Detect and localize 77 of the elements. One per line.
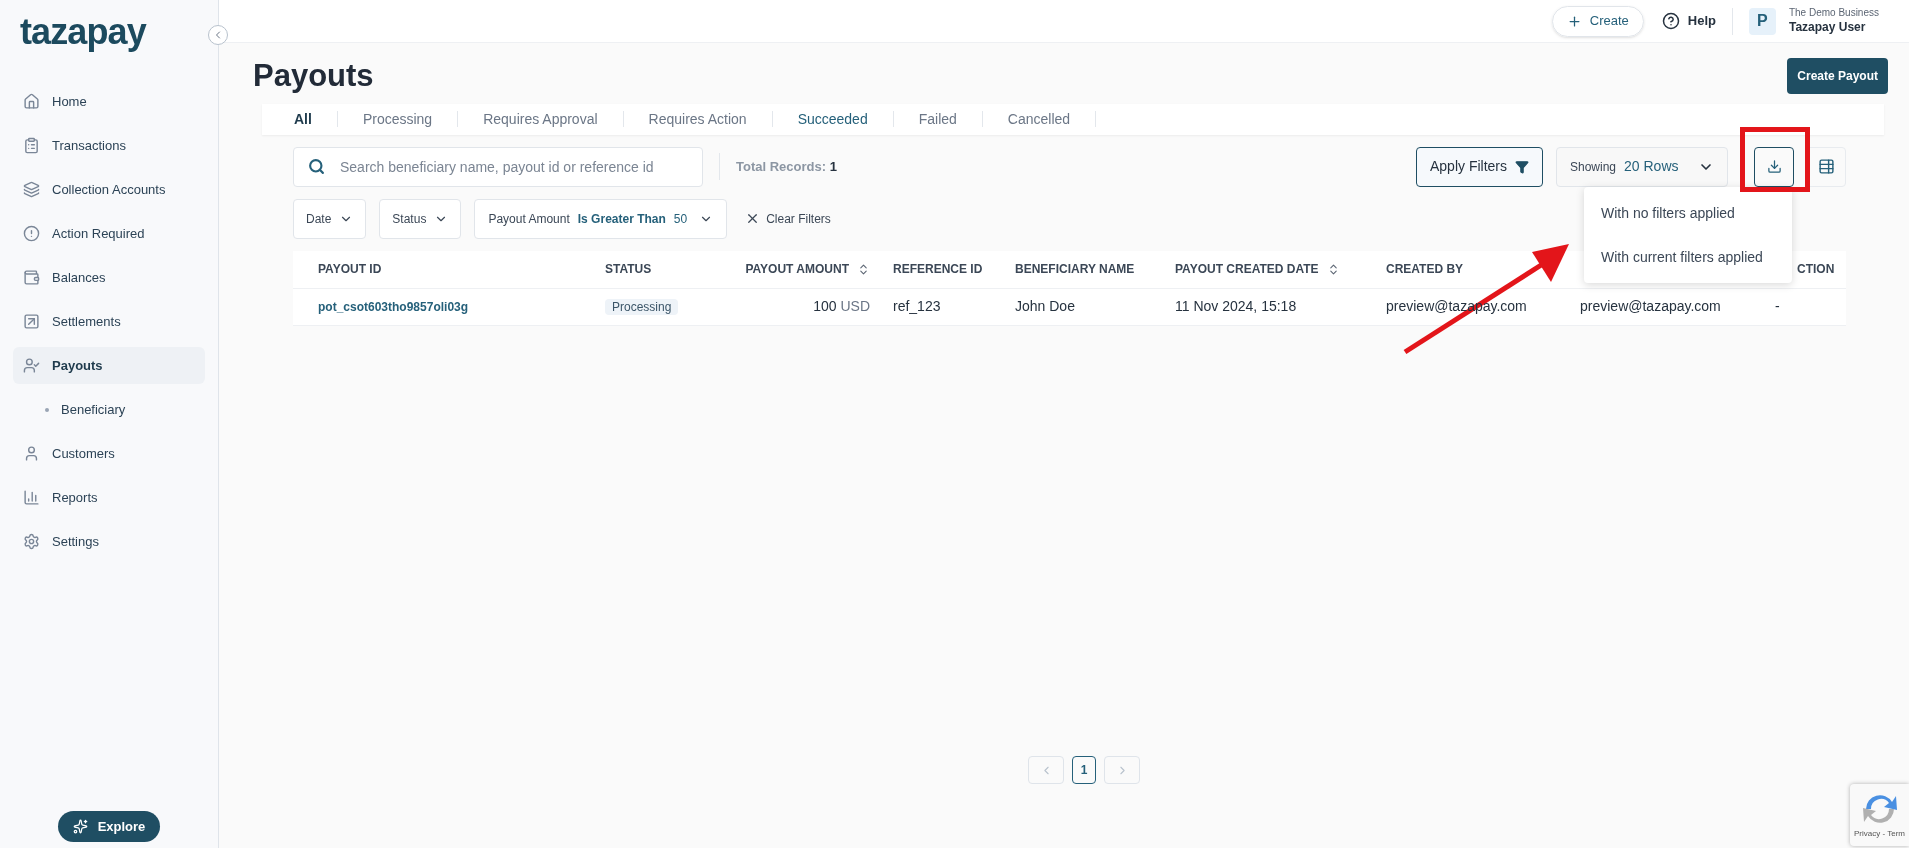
nav-item[interactable]: Action Required: [13, 215, 205, 252]
table-cell-text: -: [1775, 297, 1781, 316]
nav-item[interactable]: Reports: [13, 479, 205, 516]
filter-dropdown[interactable]: Status: [379, 198, 462, 239]
column-header: STATUS: [605, 261, 652, 278]
settings-icon: [23, 533, 40, 550]
filter-icon: [1515, 159, 1529, 174]
clear-filters-button[interactable]: Clear Filters: [745, 209, 831, 228]
nav-item[interactable]: Balances: [13, 259, 205, 296]
menu-item[interactable]: With current filters applied: [1584, 235, 1792, 279]
status-tab[interactable]: Cancelled: [1007, 108, 1071, 130]
previous-page-button[interactable]: [1028, 756, 1064, 784]
collapse-button[interactable]: [208, 25, 228, 45]
table-settings-icon: [1817, 158, 1835, 175]
status-tab[interactable]: Failed: [918, 108, 957, 130]
business-name: The Demo Business: [1788, 7, 1879, 20]
menu-item[interactable]: With no filters applied: [1584, 191, 1792, 235]
bar-chart-icon: [23, 489, 40, 506]
help-button[interactable]: Help: [1661, 11, 1716, 31]
sparkle-icon: [72, 819, 88, 834]
nav-item[interactable]: Collection Accounts: [13, 171, 205, 208]
page-title: Payouts: [253, 57, 374, 95]
column-header: PAYOUT ID: [318, 261, 382, 278]
list-icon: [23, 137, 40, 154]
user-icon: [23, 357, 40, 374]
table-cell-text: ref_123: [893, 297, 942, 316]
nav-subitem[interactable]: Beneficiary: [13, 391, 205, 428]
wallet-icon: [23, 269, 40, 286]
nav-item[interactable]: Home: [13, 83, 205, 120]
status-tab[interactable]: Requires Action: [648, 108, 747, 130]
total-records: Total Records: 1: [736, 157, 837, 176]
table-cell-text: preview@tazapay.com: [1580, 297, 1722, 316]
nav-item[interactable]: Settings: [13, 523, 205, 560]
recaptcha-links[interactable]: Privacy - Term: [1854, 828, 1905, 840]
nav-item[interactable]: Customers: [13, 435, 205, 472]
search-icon: [308, 157, 325, 175]
column-header: CREATED BY: [1386, 261, 1464, 278]
avatar[interactable]: P: [1748, 7, 1776, 35]
filter-dropdown[interactable]: Payout Amount Is Greater Than 50: [474, 198, 728, 239]
help-icon: [1661, 12, 1680, 30]
bullet-icon: [45, 407, 49, 412]
column-header: CTION: [1797, 261, 1835, 278]
plus-icon: [1566, 13, 1582, 29]
apply-filters-button[interactable]: Apply Filters: [1415, 146, 1543, 187]
explore-button[interactable]: Explore: [57, 811, 161, 842]
create-payout-button[interactable]: Create Payout: [1787, 58, 1888, 95]
download-button[interactable]: [1754, 146, 1794, 187]
status-tab[interactable]: Requires Approval: [483, 108, 598, 130]
alert-icon: [23, 225, 40, 242]
status-tab[interactable]: Processing: [362, 108, 433, 130]
logo: tazapay: [20, 14, 148, 50]
column-header: BENEFICIARY NAME: [1015, 261, 1135, 278]
home-icon: [23, 93, 40, 110]
user-icon: [23, 445, 40, 462]
amount-cell-text: 100 USD: [812, 297, 871, 316]
table-cell-text: 11 Nov 2024, 15:18: [1175, 297, 1298, 316]
arrow-square-icon: [23, 313, 40, 330]
rows-per-page-select[interactable]: Showing 20 Rows: [1556, 146, 1728, 187]
filter-dropdown[interactable]: Date: [293, 198, 367, 239]
download-icon: [1766, 159, 1782, 174]
table-cell-text: John Doe: [1015, 297, 1076, 316]
nav-item[interactable]: Settlements: [13, 303, 205, 340]
search-field[interactable]: Search beneficiary name, payout id or reference id: [293, 146, 703, 187]
payout-id-link[interactable]: pot_csot603tho9857oli03g: [318, 297, 605, 316]
column-header: REFERENCE ID: [893, 261, 983, 278]
stacked-cards-icon: [23, 181, 40, 198]
column-header[interactable]: PAYOUT CREATED DATE: [1175, 260, 1340, 278]
column-header[interactable]: PAYOUT AMOUNT: [745, 260, 870, 278]
next-page-button[interactable]: [1104, 756, 1140, 784]
nav-item[interactable]: Payouts: [13, 347, 205, 384]
status-tab[interactable]: All: [294, 108, 312, 130]
user-name: Tazapay User: [1788, 19, 1867, 35]
sort-icon: [857, 262, 870, 276]
nav-item[interactable]: Transactions: [13, 127, 205, 164]
page-button[interactable]: 1: [1072, 756, 1096, 784]
status-tab[interactable]: Succeeded: [797, 108, 868, 130]
status-badge: Processing: [605, 299, 679, 315]
